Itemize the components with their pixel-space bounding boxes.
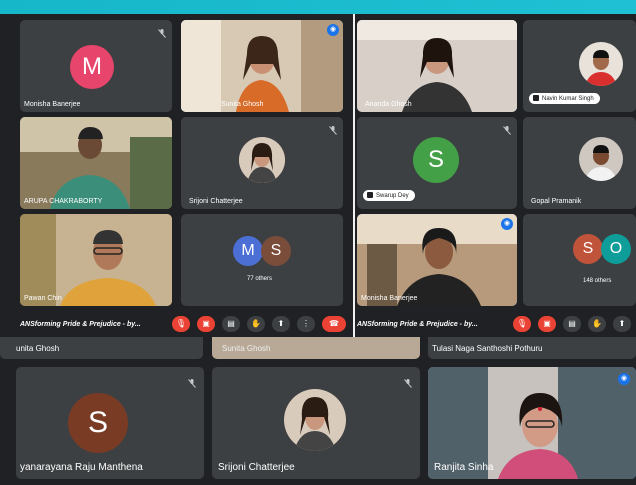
participant-name: Srijoni Chatterjee: [189, 198, 243, 205]
mic-off-icon: [158, 25, 166, 38]
left-meeting-panel: M Monisha Banerjee ◉ Sunita Ghosh ARUPA …: [0, 14, 353, 339]
pin-icon: [533, 95, 539, 101]
participant-video: [357, 20, 517, 112]
participant-avatar: [579, 42, 623, 86]
participant-tile[interactable]: S yanarayana Raju Manthena: [16, 367, 204, 479]
participant-video: [20, 117, 172, 209]
participant-name: Swarup Dey: [376, 193, 409, 199]
participant-tile[interactable]: Gopal Pramanik: [523, 117, 636, 209]
participant-name-pill: Navin Kumar Singh: [529, 93, 600, 104]
participant-tile[interactable]: Navin Kumar Singh: [523, 20, 636, 112]
captions-icon[interactable]: ▤: [222, 316, 240, 332]
mic-off-icon[interactable]: 🎙: [172, 316, 190, 332]
participant-tile[interactable]: S Swarup Dey: [357, 117, 517, 209]
speaking-indicator-icon: ◉: [501, 218, 513, 230]
participant-name-pill: Swarup Dey: [363, 190, 415, 201]
mic-off-icon: [329, 122, 337, 135]
participant-avatar: [284, 389, 346, 451]
participant-avatar: S: [261, 236, 291, 266]
participant-avatar: M: [233, 236, 263, 266]
participant-tile[interactable]: Sunita Ghosh: [212, 337, 420, 359]
participant-name: Sunita Ghosh: [222, 344, 271, 353]
bottom-meeting-view: unita Ghosh Sunita Ghosh Tulasi Naga San…: [0, 337, 636, 485]
end-call-icon[interactable]: ☎: [322, 316, 346, 332]
participant-avatar: S: [68, 393, 128, 453]
participant-avatar: M: [70, 45, 114, 89]
participant-name: ARUPA CHAKRABORTY: [24, 198, 103, 205]
mic-off-icon: [404, 375, 412, 388]
participant-tile[interactable]: Ananda Ghosh: [357, 20, 517, 112]
participant-tile[interactable]: M Monisha Banerjee: [20, 20, 172, 112]
meeting-title: ANSforming Pride & Prejudice - by...: [357, 321, 478, 328]
participant-tile[interactable]: ARUPA CHAKRABORTY: [20, 117, 172, 209]
participant-tile[interactable]: Tulasi Naga Santhoshi Pothuru: [428, 337, 636, 359]
meeting-title: ANSforming Pride & Prejudice - by...: [20, 321, 141, 328]
hand-raise-icon[interactable]: ✋: [247, 316, 265, 332]
participant-video: [357, 214, 517, 306]
present-icon[interactable]: ⬆: [613, 316, 631, 332]
camera-off-icon[interactable]: ▣: [538, 316, 556, 332]
participant-name: Pawan Chin: [24, 295, 62, 302]
participant-video: [181, 20, 343, 112]
participant-video: [20, 214, 172, 306]
more-icon[interactable]: ⋮: [297, 316, 315, 332]
mic-off-icon: [503, 122, 511, 135]
speaking-indicator-icon: ◉: [618, 373, 630, 385]
participant-tile[interactable]: M S 77 others: [181, 214, 343, 306]
participant-avatar: [579, 137, 623, 181]
participant-name: Monisha Banerjee: [361, 295, 418, 302]
participant-avatar: S: [573, 234, 603, 264]
participant-tile[interactable]: Srijoni Chatterjee: [212, 367, 420, 479]
participant-name: Tulasi Naga Santhoshi Pothuru: [432, 344, 543, 353]
others-count: 77 others: [247, 276, 273, 282]
participant-tile[interactable]: ◉ Monisha Banerjee: [357, 214, 517, 306]
captions-icon[interactable]: ▤: [563, 316, 581, 332]
participant-name: Navin Kumar Singh: [542, 96, 594, 102]
participant-avatar: S: [413, 137, 459, 183]
participant-name: Gopal Pramanik: [531, 198, 582, 205]
participant-name: Monisha Banerjee: [24, 101, 81, 108]
present-icon[interactable]: ⬆: [272, 316, 290, 332]
pin-icon: [367, 192, 373, 198]
participant-name: Ananda Ghosh: [365, 101, 412, 108]
speaking-indicator-icon: ◉: [327, 24, 339, 36]
participant-tile[interactable]: ◉ Ranjita Sinha: [428, 367, 636, 479]
top-accent-strip: [0, 0, 636, 14]
participant-name: yanarayana Raju Manthena: [20, 462, 143, 473]
right-meeting-panel: Ananda Ghosh Navin Kumar Singh S Swarup …: [355, 14, 636, 339]
participant-name: Ranjita Sinha: [434, 462, 494, 473]
participant-name: Srijoni Chatterjee: [218, 462, 295, 473]
others-count: 148 others: [583, 278, 612, 284]
camera-off-icon[interactable]: ▣: [197, 316, 215, 332]
participant-name: unita Ghosh: [16, 344, 60, 353]
participant-tile[interactable]: S O 148 others: [523, 214, 636, 306]
hand-raise-icon[interactable]: ✋: [588, 316, 606, 332]
participant-avatar: O: [601, 234, 631, 264]
participant-tile[interactable]: Srijoni Chatterjee: [181, 117, 343, 209]
participant-avatar: [239, 137, 285, 183]
mic-off-icon[interactable]: 🎙: [513, 316, 531, 332]
participant-tile[interactable]: Pawan Chin: [20, 214, 172, 306]
mic-off-icon: [188, 375, 196, 388]
participant-tile[interactable]: unita Ghosh: [0, 337, 203, 359]
participant-tile[interactable]: ◉ Sunita Ghosh: [181, 20, 343, 112]
participant-name: Sunita Ghosh: [221, 101, 264, 108]
